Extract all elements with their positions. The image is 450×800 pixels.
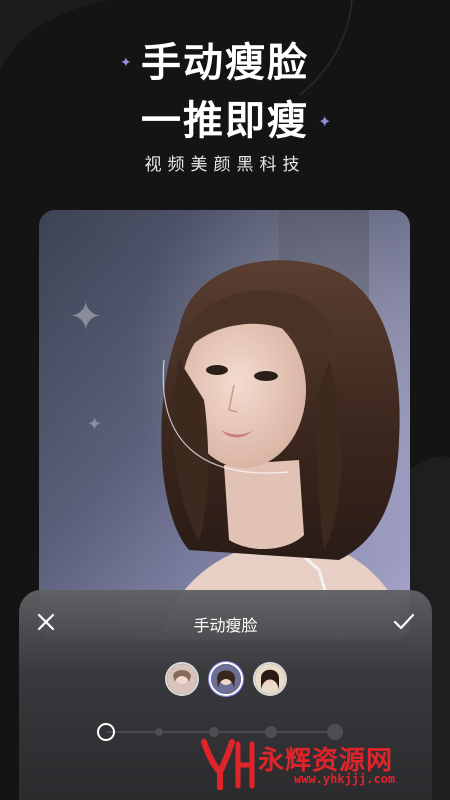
portrait-photo: ✦ ✦ (39, 210, 410, 640)
subheadline: 视频美颜黑科技 (144, 155, 306, 175)
slider-stop[interactable] (265, 726, 277, 738)
svg-text:✦: ✦ (69, 294, 103, 340)
slider-stop[interactable] (155, 728, 163, 736)
face-thumb-2[interactable] (209, 662, 243, 696)
watermark-url: www.yhkjjj.com (294, 772, 396, 786)
check-icon[interactable] (392, 611, 416, 633)
slider-track (107, 731, 343, 733)
watermark-logo-icon (201, 739, 255, 790)
svg-text:✦: ✦ (87, 414, 102, 435)
slider-stop[interactable] (209, 727, 219, 737)
sparkle-icon: ✦ (120, 55, 132, 71)
headline-secondary: 一推即瘦 (141, 98, 309, 144)
panel-title: 手动瘦脸 (193, 616, 258, 635)
face-thumb-1[interactable] (165, 662, 199, 696)
slider-handle[interactable] (97, 723, 115, 741)
sparkle-icon: ✦ (318, 112, 332, 131)
face-thumbnail-row (165, 662, 289, 696)
face-thumb-3[interactable] (253, 662, 287, 696)
watermark: 永辉资源网 www.yhkjjj.com (198, 738, 438, 790)
headline-primary: 手动瘦脸 (141, 40, 309, 86)
